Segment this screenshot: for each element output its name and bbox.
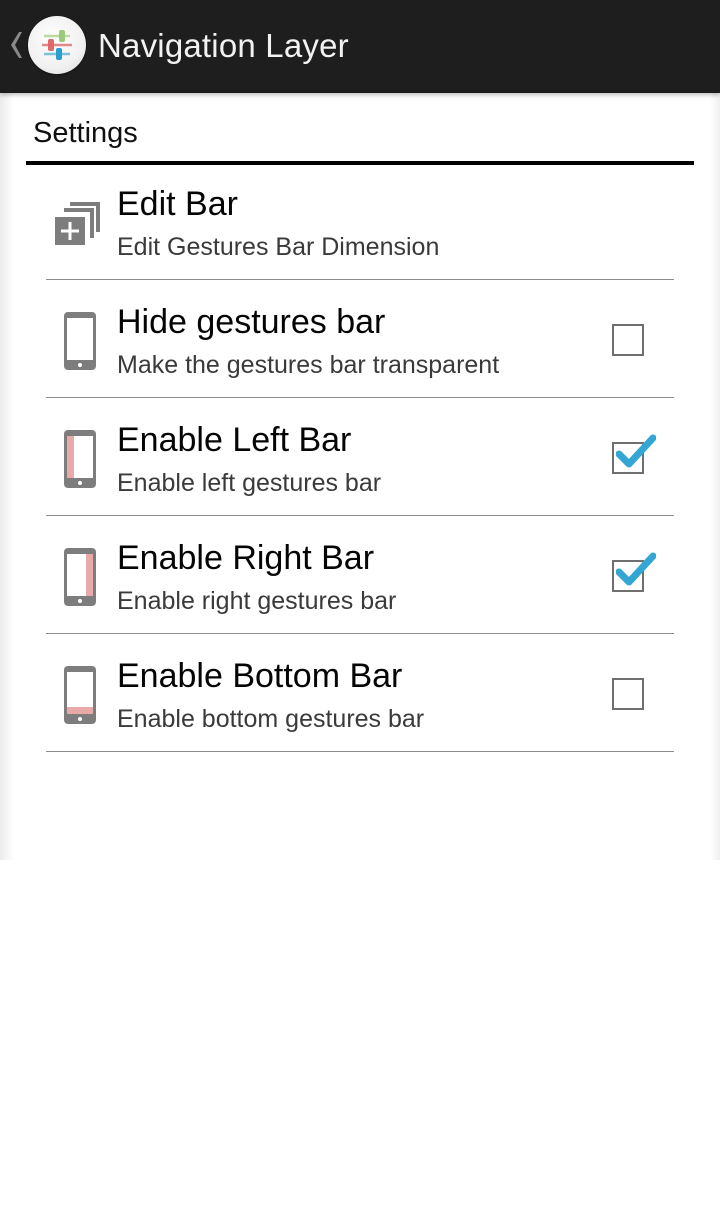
enable-right-bar-checkbox[interactable] — [612, 552, 656, 592]
pref-summary: Enable bottom gestures bar — [117, 705, 425, 733]
chevron-left-icon[interactable] — [7, 30, 23, 60]
pref-enable-bottom-bar[interactable]: Enable Bottom Bar Enable bottom gestures… — [46, 634, 674, 752]
app-title: Navigation Layer — [98, 27, 349, 64]
action-bar: Navigation Layer — [0, 0, 720, 93]
preference-list: Edit Bar Edit Gestures Bar Dimension Hid… — [46, 162, 674, 752]
section-title: Settings — [33, 117, 138, 149]
section-header: Settings — [26, 111, 694, 165]
pref-summary: Make the gestures bar transparent — [117, 351, 500, 379]
pref-title: Enable Bottom Bar — [117, 657, 403, 695]
pref-title: Enable Right Bar — [117, 539, 375, 577]
checkmark-icon — [616, 552, 656, 586]
hide-gestures-bar-checkbox[interactable] — [612, 324, 644, 356]
pref-title: Edit Bar — [117, 185, 238, 223]
phone-bottom-bar-icon — [50, 662, 110, 726]
sliders-icon[interactable] — [28, 16, 86, 74]
phone-right-bar-icon — [50, 544, 110, 608]
pref-enable-right-bar[interactable]: Enable Right Bar Enable right gestures b… — [46, 516, 674, 634]
pref-hide-gestures-bar[interactable]: Hide gestures bar Make the gestures bar … — [46, 280, 674, 398]
pref-summary: Enable right gestures bar — [117, 587, 397, 615]
add-layers-icon — [50, 190, 110, 254]
phone-left-bar-icon — [50, 426, 110, 490]
pref-enable-left-bar[interactable]: Enable Left Bar Enable left gestures bar — [46, 398, 674, 516]
checkmark-icon — [616, 434, 656, 468]
pref-summary: Edit Gestures Bar Dimension — [117, 233, 440, 261]
enable-left-bar-checkbox[interactable] — [612, 434, 656, 474]
settings-content: Settings Edit Bar Edit Gestures Bar Dime… — [0, 93, 720, 1227]
enable-bottom-bar-checkbox[interactable] — [612, 678, 644, 710]
phone-icon — [50, 308, 110, 372]
pref-title: Enable Left Bar — [117, 421, 352, 459]
pref-summary: Enable left gestures bar — [117, 469, 382, 497]
pref-title: Hide gestures bar — [117, 303, 386, 341]
pref-edit-bar[interactable]: Edit Bar Edit Gestures Bar Dimension — [46, 162, 674, 280]
